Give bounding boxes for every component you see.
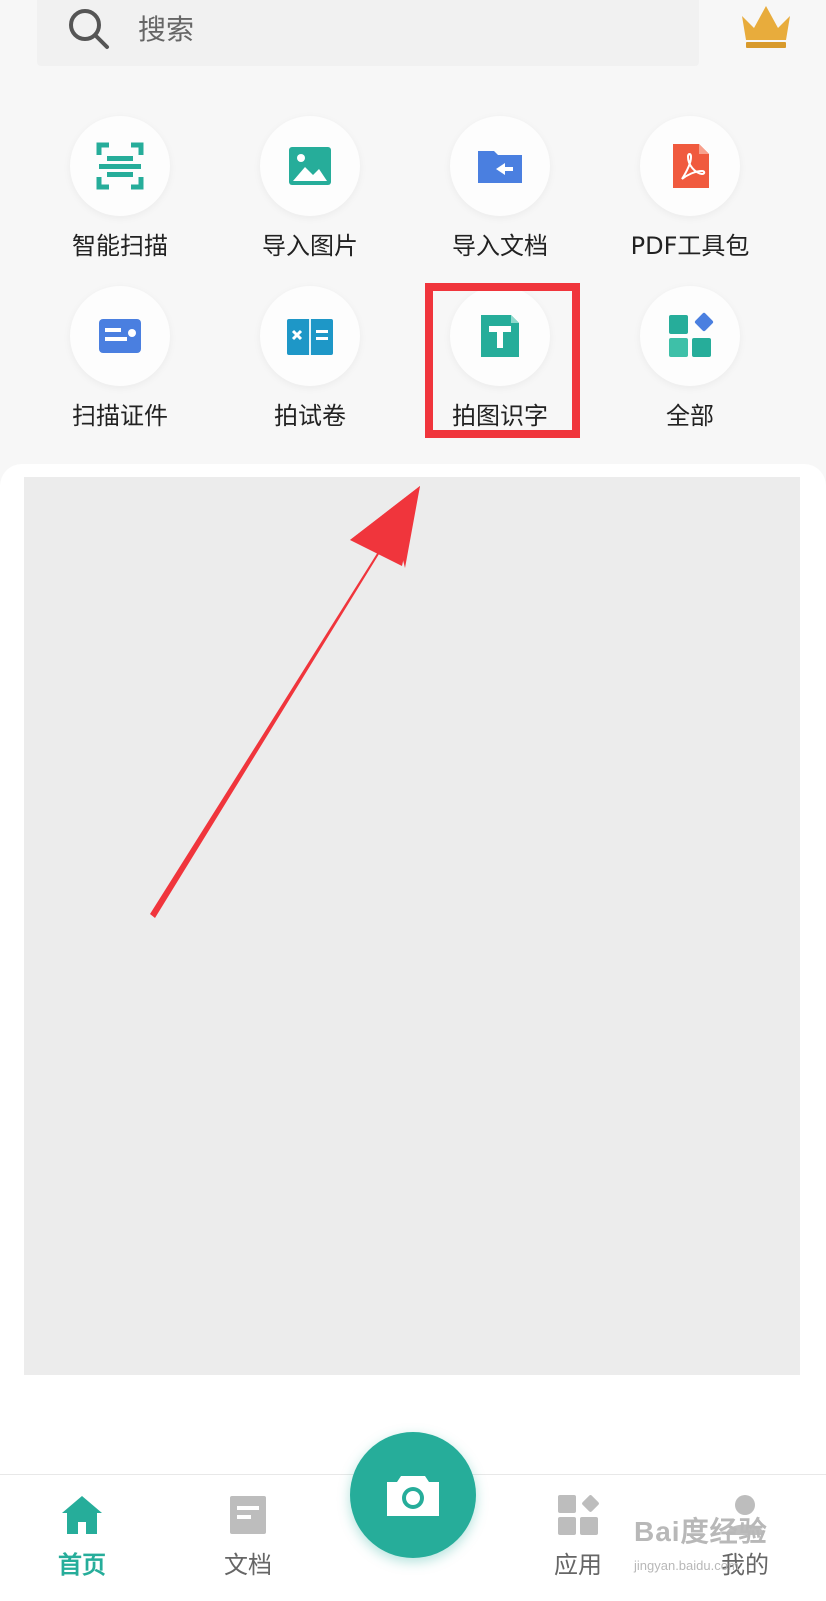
nav-label: 应用 — [554, 1551, 602, 1579]
tool-label: 全部 — [666, 402, 714, 430]
camera-button[interactable] — [350, 1432, 476, 1558]
watermark-brand: Bai度经验 — [634, 1516, 768, 1547]
nav-home[interactable]: 首页 — [17, 1475, 147, 1601]
image-icon — [289, 147, 331, 185]
nav-label: 文档 — [224, 1551, 272, 1579]
highlight-box — [425, 283, 580, 438]
document-list-area — [24, 477, 800, 1375]
tool-import-document[interactable]: 导入文档 — [405, 116, 595, 286]
tool-label: 导入文档 — [452, 232, 548, 260]
pdf-icon — [673, 144, 709, 188]
watermark: Bai度经验 jingyan.baidu.com — [634, 1510, 804, 1590]
apps-icon — [558, 1495, 599, 1535]
nav-apps[interactable]: 应用 — [513, 1475, 643, 1601]
folder-icon — [478, 151, 522, 183]
smart-scan-icon — [96, 142, 144, 190]
nav-label: 首页 — [58, 1551, 106, 1579]
tool-smart-scan[interactable]: 智能扫描 — [25, 116, 215, 286]
camera-icon — [387, 1476, 439, 1516]
all-apps-icon — [669, 312, 714, 357]
tool-all-apps[interactable]: 全部 — [595, 286, 785, 456]
nav-documents[interactable]: 文档 — [183, 1475, 313, 1601]
tool-import-image[interactable]: 导入图片 — [215, 116, 405, 286]
book-icon — [287, 319, 333, 355]
tool-label: 导入图片 — [262, 232, 358, 260]
tool-pdf-toolkit[interactable]: PDF工具包 — [595, 116, 785, 286]
tool-label: 扫描证件 — [72, 402, 168, 430]
tool-label: PDF工具包 — [630, 232, 750, 260]
tool-exam-paper[interactable]: 拍试卷 — [215, 286, 405, 456]
tool-grid: 智能扫描 导入图片 导入文档 PDF工具包 扫描证件 拍试卷 拍图识字 全部 — [0, 0, 826, 460]
watermark-url: jingyan.baidu.com — [634, 1558, 739, 1573]
tool-label: 智能扫描 — [72, 232, 168, 260]
document-icon — [230, 1496, 266, 1534]
tool-id-scan[interactable]: 扫描证件 — [25, 286, 215, 456]
tool-label: 拍试卷 — [274, 402, 346, 430]
id-card-icon — [99, 319, 141, 353]
home-icon — [62, 1496, 102, 1534]
